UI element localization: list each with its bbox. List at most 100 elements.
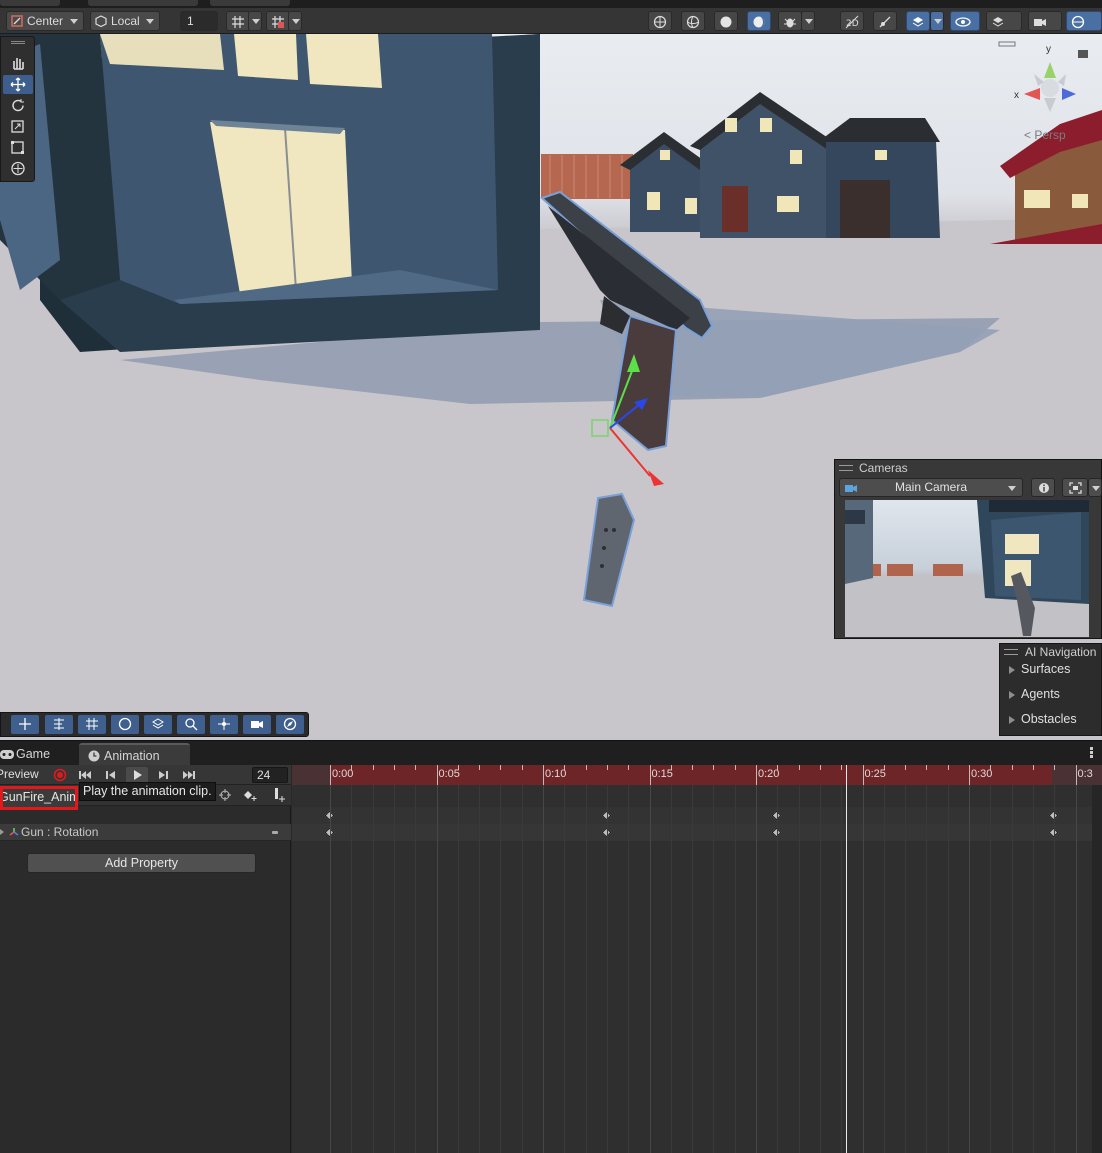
gizmo-y-label: y [1046, 44, 1051, 55]
chevron-down-icon [146, 19, 154, 24]
ai-navigation-header[interactable]: AI Navigation [1000, 644, 1101, 660]
grid-snap-menu[interactable] [248, 11, 262, 31]
ruler-minor-tick [479, 765, 481, 770]
ruler-minor-tick [1011, 765, 1013, 770]
previous-keyframe-button[interactable] [100, 767, 122, 783]
ai-nav-item-agents[interactable]: Agents [1009, 687, 1060, 701]
filter-keyframes-button[interactable] [218, 788, 232, 805]
scale-tool-button[interactable] [3, 117, 33, 136]
camera-select-dropdown[interactable]: Main Camera [839, 478, 1023, 497]
overlay-grid-button[interactable] [78, 715, 106, 734]
rotate-tool-button[interactable] [3, 96, 33, 115]
play-tooltip: Play the animation clip. [79, 782, 216, 801]
hand-tool-button[interactable] [3, 53, 33, 72]
move-tool-button[interactable] [3, 75, 33, 94]
overlay-align-button[interactable] [45, 715, 73, 734]
overlay-sphere-button[interactable] [111, 715, 139, 734]
camera-options-menu[interactable] [1088, 478, 1102, 497]
add-event-icon [275, 788, 285, 802]
tab-asset-store[interactable] [88, 0, 198, 6]
grip-icon [839, 465, 853, 471]
camera-maximize-button[interactable] [1062, 478, 1088, 497]
overlay-move-button[interactable] [11, 715, 39, 734]
rect-tool-button[interactable] [3, 138, 33, 157]
lit-shading-button[interactable] [747, 11, 771, 31]
increment-snap-button[interactable] [266, 11, 290, 31]
overlay-compass-button[interactable] [276, 715, 304, 734]
preview-toggle[interactable]: Preview [0, 767, 39, 781]
timeline-scrollbar[interactable] [1092, 785, 1102, 1153]
ai-nav-item-obstacles[interactable]: Obstacles [1009, 712, 1077, 726]
camera-icon [845, 485, 857, 492]
timeline-gridline [521, 785, 523, 1153]
tab-menu-kebab-icon[interactable] [1090, 747, 1094, 759]
property-options-icon[interactable] [272, 831, 278, 834]
ruler-minor-tick [947, 765, 949, 770]
ai-nav-item-surfaces[interactable]: Surfaces [1009, 662, 1070, 676]
dopesheet[interactable] [292, 785, 1102, 1153]
tab-animation[interactable]: Animation [79, 743, 190, 766]
next-keyframe-button[interactable] [152, 767, 174, 783]
camera-preview-render [845, 500, 1089, 637]
lighting-toggle-button[interactable] [873, 11, 897, 31]
tab-animator[interactable] [210, 0, 290, 6]
ai-navigation-title: AI Navigation [1025, 645, 1097, 659]
add-property-button[interactable]: Add Property [27, 853, 256, 873]
overlay-camera-button[interactable] [243, 715, 271, 734]
debug-draw-mode-button[interactable] [778, 11, 802, 31]
add-event-button[interactable] [270, 787, 286, 806]
gizmos-button[interactable] [1066, 11, 1102, 31]
ruler-time-label: 0:3 [1077, 768, 1093, 780]
sphere-icon [118, 717, 132, 731]
record-button[interactable] [49, 767, 71, 783]
property-row[interactable]: Gun : Rotation [0, 824, 291, 841]
overlay-layers-button[interactable] [144, 715, 172, 734]
property-label: Gun : Rotation [21, 825, 99, 839]
ruler-minor-tick [1054, 765, 1056, 770]
animation-clip-dropdown[interactable]: GunFire_Anim [0, 786, 78, 810]
tab-game[interactable]: Game [0, 743, 72, 766]
layers-visibility-button[interactable] [986, 11, 1022, 31]
add-keyframe-button[interactable] [242, 788, 258, 805]
global-view-button[interactable] [648, 11, 672, 31]
shaded-shading-button[interactable] [714, 11, 738, 31]
timeline-ruler[interactable]: 0:00 0:05 0:10 0:15 0:20 0:25 0:30 0:3 [292, 765, 1102, 785]
increment-snap-menu[interactable] [288, 11, 302, 31]
play-button[interactable] [126, 767, 148, 783]
effects-menu[interactable] [930, 11, 944, 31]
effects-toggle-button[interactable] [906, 11, 930, 31]
ruler-minor-tick [819, 765, 821, 770]
ruler-minor-tick [905, 765, 907, 770]
expand-arrow-icon[interactable] [0, 829, 4, 835]
grid-snap-button[interactable] [226, 11, 250, 31]
camera-settings-button[interactable] [1028, 11, 1062, 31]
cameras-header[interactable]: Cameras [835, 460, 1101, 478]
overlay-pivot-button[interactable] [210, 715, 238, 734]
pivot-mode-dropdown[interactable]: Center [6, 11, 84, 31]
grid-size-field[interactable]: 1 [180, 11, 218, 31]
timeline-gridline [969, 785, 970, 1153]
debug-draw-mode-menu[interactable] [801, 11, 815, 31]
scene-visibility-button[interactable] [950, 11, 980, 31]
palette-grip[interactable] [3, 37, 33, 47]
camera-info-button[interactable] [1031, 478, 1055, 497]
video-camera-icon [1034, 19, 1046, 26]
wireframe-shading-button[interactable] [681, 11, 705, 31]
gizmo-x-label: x [1014, 90, 1019, 101]
transform-tool-button[interactable] [3, 159, 33, 178]
search-icon [185, 718, 198, 731]
tab-scene[interactable] [0, 0, 60, 6]
shaded-sphere-icon [720, 16, 732, 28]
overlay-search-button[interactable] [177, 715, 205, 734]
first-keyframe-button[interactable] [74, 767, 96, 783]
last-keyframe-button[interactable] [178, 767, 200, 783]
pivot-rotation-dropdown[interactable]: Local [90, 11, 160, 31]
current-frame-field[interactable]: 24 [252, 767, 288, 783]
svg-text:2D: 2D [846, 19, 859, 29]
projection-label[interactable]: < Persp [1024, 128, 1066, 142]
editor-tab-strip [0, 0, 1102, 8]
toggle-2d-button[interactable]: 2D [840, 11, 864, 31]
timeline-gridline [777, 785, 779, 1153]
playhead[interactable] [846, 765, 847, 1153]
clip-name-label: GunFire_Anim [0, 790, 78, 804]
